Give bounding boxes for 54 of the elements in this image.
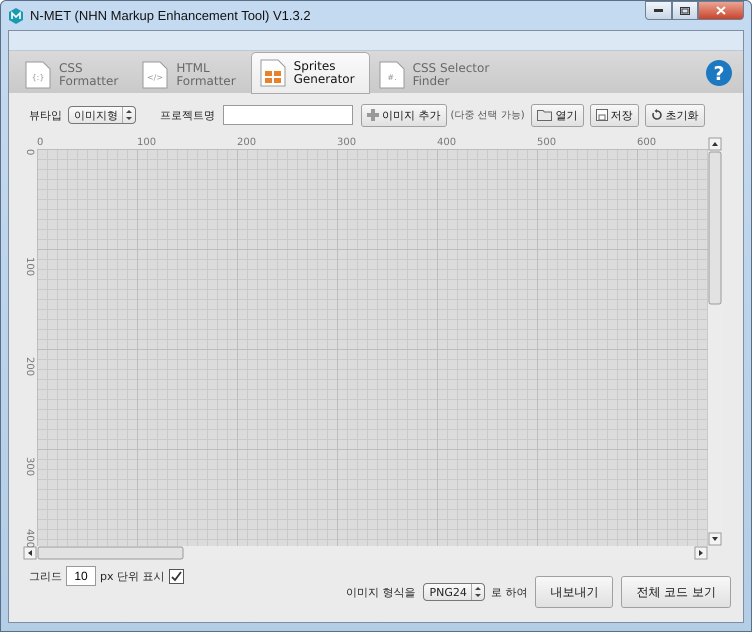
window-title: N-MET (NHN Markup Enhancement Tool) V1.3.2 (30, 8, 311, 23)
vertical-scrollbar[interactable] (708, 137, 722, 546)
document-icon: #. (378, 61, 405, 89)
close-icon (716, 6, 726, 15)
image-format-select[interactable]: PNG24 (423, 583, 485, 601)
tab[interactable]: </> HTML Formatter (134, 57, 250, 93)
document-icon: {:} (25, 61, 51, 89)
ruler-label: 0 (23, 149, 35, 156)
minimize-button[interactable] (645, 1, 672, 20)
document-icon: </> (142, 61, 168, 89)
tab[interactable]: Sprites Generator (252, 53, 369, 93)
app-logo-icon (8, 8, 24, 24)
ruler-label: 0 (37, 137, 44, 149)
ruler-label: 300 (23, 457, 35, 476)
horizontal-scrollbar[interactable] (23, 546, 708, 560)
ruler-label: 200 (23, 357, 35, 376)
grid-unit-label: px 단위 표시 (100, 568, 164, 584)
folder-icon (536, 109, 553, 121)
add-image-button[interactable]: 이미지 추가 (361, 104, 446, 126)
refresh-icon (650, 109, 663, 121)
view-all-code-button[interactable]: 전체 코드 보기 (621, 576, 731, 608)
view-type-label: 뷰타입 (29, 108, 62, 122)
document-icon (260, 59, 286, 87)
save-button[interactable]: 저장 (590, 104, 639, 126)
ruler-label: 500 (537, 137, 558, 149)
grid-label: 그리드 (29, 568, 62, 584)
open-button[interactable]: 열기 (530, 104, 584, 126)
spin-arrows-icon (470, 584, 484, 600)
image-format-label: 이미지 형식을 (346, 584, 416, 600)
spin-arrows-icon (122, 107, 135, 123)
tab[interactable]: {:} CSS Formatter (17, 57, 132, 93)
reset-button[interactable]: 초기화 (644, 104, 705, 126)
export-button[interactable]: 내보내기 (535, 576, 614, 608)
ruler-label: 400 (23, 529, 35, 548)
format-suffix-label: 로 하여 (490, 584, 528, 600)
ruler-label: 400 (437, 137, 458, 149)
ruler-label: 600 (637, 137, 658, 149)
ruler-label: 100 (23, 257, 35, 276)
multi-select-hint: (다중 선택 가능) (450, 109, 525, 122)
plus-icon (367, 109, 379, 121)
show-grid-checkbox[interactable] (168, 568, 184, 584)
ruler-label: 300 (337, 137, 358, 149)
minimize-icon (654, 9, 663, 12)
project-name-field[interactable] (223, 105, 353, 125)
maximize-button[interactable] (672, 1, 698, 20)
help-icon[interactable]: ? (705, 59, 733, 87)
ruler-label: 100 (137, 137, 158, 149)
view-type-select[interactable]: 이미지형 (68, 106, 136, 124)
project-name-label: 프로젝트명 (160, 108, 215, 122)
close-button[interactable] (698, 1, 744, 20)
tab[interactable]: #. CSS Selector Finder (370, 57, 504, 93)
maximize-icon (680, 6, 690, 14)
grid-size-field[interactable]: 10 (66, 566, 96, 586)
ruler-label: 200 (237, 137, 258, 149)
